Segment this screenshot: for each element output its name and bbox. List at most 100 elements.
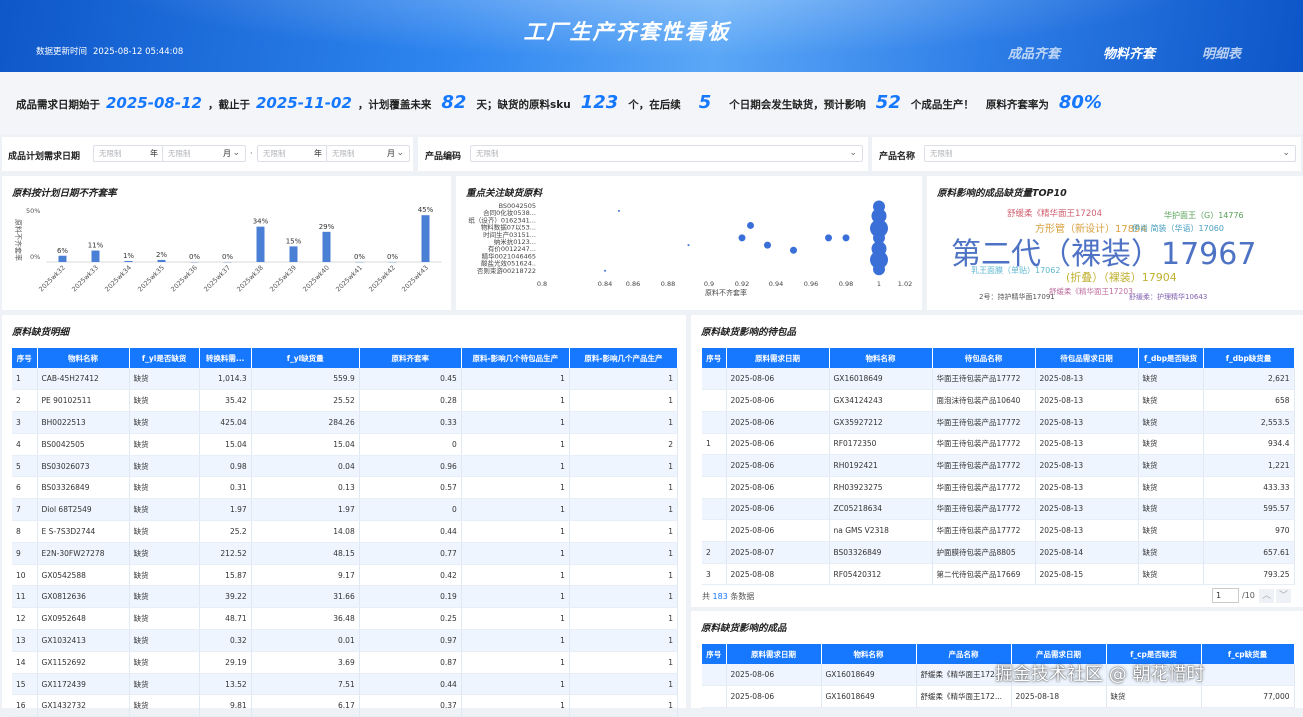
table-cell: 13.52 <box>199 673 251 695</box>
table-row[interactable]: 12025-08-06RF0172350华面王待包装产品177722025-08… <box>702 433 1294 455</box>
column-header[interactable]: 原料-影响几个产品生产 <box>569 348 677 368</box>
column-header[interactable]: 原料需求日期 <box>726 644 821 664</box>
table-cell: 2025-08-06 <box>726 498 829 520</box>
column-header[interactable]: 原料-影响几个待包品生产 <box>461 348 569 368</box>
table-cell: 9.81 <box>199 695 251 717</box>
table-cell: 2025-08-13 <box>1035 520 1138 542</box>
table-cell: 华面王待包装产品17772 <box>932 411 1035 433</box>
table-row[interactable]: 1CAB-45H27412缺货1,014.3559.90.4511 <box>12 368 678 390</box>
column-header[interactable]: 序号 <box>702 348 726 368</box>
table-row[interactable]: 5BS03026073缺货0.980.040.9611 <box>12 455 678 477</box>
start-month-select[interactable]: 无限制月⌄ <box>162 145 246 162</box>
table-row[interactable]: 8E S-7S3D2744缺货25.214.080.4411 <box>12 521 678 543</box>
table-cell: GX1152692 <box>37 651 129 673</box>
table-cell: 1 <box>461 695 569 717</box>
chevron-down-icon[interactable]: ﹀ <box>1276 589 1291 603</box>
table-row[interactable]: 2025-08-06RH0192421华面王待包装产品177722025-08-… <box>702 455 1294 477</box>
tab-product-kitting[interactable]: 成品齐套 <box>1008 43 1060 62</box>
table-row[interactable]: 3BH0022513缺货425.04284.260.3311 <box>12 412 678 434</box>
bar-label: 0% <box>354 253 365 261</box>
column-header[interactable]: f_cp缺货量 <box>1201 644 1294 664</box>
table-cell: 2025-08-06 <box>726 455 829 477</box>
column-header[interactable]: f_dbp是否缺货 <box>1138 348 1203 368</box>
column-header[interactable]: 物料名称 <box>829 348 932 368</box>
column-header[interactable]: 原料需求日期 <box>726 348 829 368</box>
word-cloud-item: (折叠）（裸装）17904 <box>1066 269 1177 285</box>
tab-detail-table[interactable]: 明细表 <box>1202 43 1241 62</box>
table-cell: 2025-08-07 <box>726 542 829 564</box>
table-cell: 2,553.5 <box>1203 411 1294 433</box>
column-header[interactable]: 待包品需求日期 <box>1035 348 1138 368</box>
page-input[interactable]: 1 <box>1212 588 1239 603</box>
table-row[interactable]: 22025-08-07BS03326849护面膜待包装产品88052025-08… <box>702 542 1294 564</box>
table-row[interactable]: 2PE 90102511缺货35.4225.520.2811 <box>12 390 678 412</box>
table-cell: 0.97 <box>359 630 461 652</box>
table-cell: 缺货 <box>1138 563 1203 585</box>
column-header[interactable]: f_dbp缺货量 <box>1203 348 1294 368</box>
table-cell: 0.28 <box>359 390 461 412</box>
chevron-up-icon[interactable]: ︿ <box>1259 589 1274 603</box>
table-row[interactable]: 2025-08-06GX34124243面泡沫待包装产品106402025-08… <box>702 390 1294 412</box>
x-tick-label: 0.96 <box>804 280 818 288</box>
table-cell: 4 <box>12 433 37 455</box>
table-row[interactable]: 2025-08-06RH03923275华面王待包装产品177722025-08… <box>702 476 1294 498</box>
bar <box>257 227 265 262</box>
column-header[interactable]: 待包品名称 <box>932 348 1035 368</box>
table-cell: 0.57 <box>359 477 461 499</box>
table-row[interactable]: 14GX1152692缺货29.193.690.8711 <box>12 651 678 673</box>
start-year-select[interactable]: 无限制年 <box>93 145 163 162</box>
table-row[interactable]: 2025-08-06GX16018649舒缓柔《精华面王172...2025-0… <box>702 686 1294 708</box>
table-header-row: 序号物料名称f_yl是否缺货转换料需...f_yl缺货量原料齐套率原料-影响几个… <box>12 348 678 368</box>
table-cell <box>702 520 726 542</box>
table-row[interactable]: 15GX1172439缺货13.527.510.4411 <box>12 673 678 695</box>
tab-material-kitting[interactable]: 物料齐套 <box>1103 43 1155 62</box>
table-row[interactable]: 2025-08-06GX35927212华面王待包装产品177722025-08… <box>702 411 1294 433</box>
month-unit: 月 <box>223 146 231 161</box>
table-cell: GX16018649 <box>821 664 916 686</box>
table-cell: 华面王待包装产品17772 <box>932 520 1035 542</box>
table-cell: 6 <box>12 477 37 499</box>
table-cell: 0.19 <box>359 586 461 608</box>
table-row[interactable]: 2025-08-06GX16018649华面王待包装产品177722025-08… <box>702 368 1294 390</box>
table-cell: 14 <box>12 651 37 673</box>
table-cell: 2025-08-06 <box>726 368 829 390</box>
table-cell: 1 <box>461 433 569 455</box>
table-cell: 1 <box>461 542 569 564</box>
table-row[interactable]: 16GX1432732缺货9.816.170.3711 <box>12 695 678 717</box>
table-row[interactable]: 2025-08-06na GMS V2318华面王待包装产品177722025-… <box>702 520 1294 542</box>
product-name-select[interactable]: 无限制⌄ <box>924 145 1296 162</box>
column-header[interactable]: 序号 <box>702 644 726 664</box>
table-cell: RF05420312 <box>829 563 932 585</box>
table-row[interactable]: 7Diol 68T2549缺货1.971.97011 <box>12 499 678 521</box>
table-row[interactable]: 32025-08-08RF05420312第二代待包装产品176692025-0… <box>702 563 1294 585</box>
table-row[interactable]: 6BS03326849缺货0.310.130.5711 <box>12 477 678 499</box>
column-header[interactable]: 物料名称 <box>821 644 916 664</box>
column-header[interactable]: 序号 <box>12 348 37 368</box>
table-row[interactable]: 13GX1032413缺货0.320.010.9711 <box>12 630 678 652</box>
chevron-down-icon: ⌄ <box>1282 146 1290 161</box>
product-code-select[interactable]: 无限制⌄ <box>470 145 863 162</box>
end-year-select[interactable]: 无限制年 <box>257 145 327 162</box>
table-cell: 433.33 <box>1203 476 1294 498</box>
end-month-select[interactable]: 无限制月⌄ <box>326 145 410 162</box>
column-header[interactable]: 转换料需... <box>199 348 251 368</box>
column-header[interactable]: f_yl是否缺货 <box>129 348 199 368</box>
column-header[interactable]: 物料名称 <box>37 348 129 368</box>
table-cell: 8 <box>12 521 37 543</box>
table-row[interactable]: 12GX0952648缺货48.7136.480.2511 <box>12 608 678 630</box>
y-tick-label: 0% <box>30 253 40 261</box>
table-cell: 1 <box>569 412 677 434</box>
table-cell: GX34124243 <box>829 390 932 412</box>
table-cell: 1 <box>569 542 677 564</box>
table-row[interactable]: 4BS0042505缺货15.0415.04012 <box>12 433 678 455</box>
table-cell: 1 <box>461 368 569 390</box>
bar-label: 1% <box>123 252 134 260</box>
table-row[interactable]: 9E2N-30FW27278缺货212.5248.150.7711 <box>12 542 678 564</box>
table-row[interactable]: 11GX0812636缺货39.2231.660.1911 <box>12 586 678 608</box>
column-header[interactable]: 原料齐套率 <box>359 348 461 368</box>
table-row[interactable]: 10GX0542588缺货15.879.170.4211 <box>12 564 678 586</box>
column-header[interactable]: f_yl缺货量 <box>251 348 359 368</box>
table-cell: GX1032413 <box>37 630 129 652</box>
end-month-placeholder: 无限制 <box>332 149 355 158</box>
table-row[interactable]: 2025-08-06ZC05218634华面王待包装产品177722025-08… <box>702 498 1294 520</box>
